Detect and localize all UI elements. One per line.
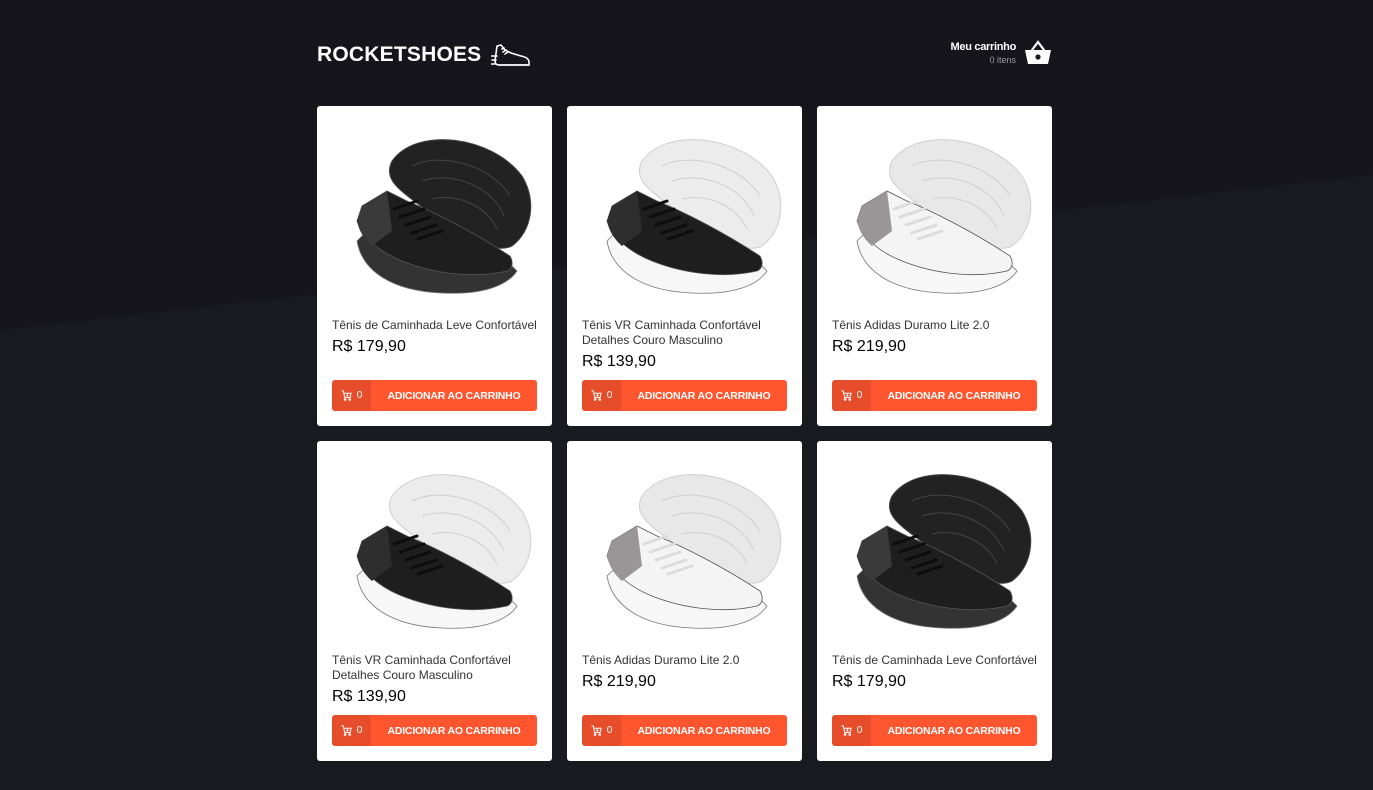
product-image[interactable] xyxy=(832,121,1037,311)
cart-amount: 0 xyxy=(832,715,871,746)
shopping-basket-icon xyxy=(1025,40,1051,64)
logo[interactable]: ROCKETSHOES xyxy=(317,40,531,70)
add-to-cart-button[interactable]: 0 ADICIONAR AO CARRINHO xyxy=(332,380,537,411)
add-to-cart-label: ADICIONAR AO CARRINHO xyxy=(387,389,521,402)
product-card: Tênis VR Caminhada Confortável Detalhes … xyxy=(567,106,802,426)
product-card: Tênis VR Caminhada Confortável Detalhes … xyxy=(317,441,552,761)
logo-text: ROCKETSHOES xyxy=(317,43,482,66)
cart-amount-value: 0 xyxy=(606,390,613,401)
add-cart-icon xyxy=(341,725,352,736)
product-price: R$ 219,90 xyxy=(832,338,906,355)
add-to-cart-label: ADICIONAR AO CARRINHO xyxy=(637,389,771,402)
product-price: R$ 219,90 xyxy=(582,673,656,690)
product-card: Tênis Adidas Duramo Lite 2.0 R$ 219,90 0… xyxy=(817,106,1052,426)
add-to-cart-button[interactable]: 0 ADICIONAR AO CARRINHO xyxy=(832,380,1037,411)
add-to-cart-button[interactable]: 0 ADICIONAR AO CARRINHO xyxy=(582,380,787,411)
add-to-cart-button[interactable]: 0 ADICIONAR AO CARRINHO xyxy=(582,715,787,746)
cart-text: Meu carrinho 0 itens xyxy=(950,41,1017,65)
cart-amount: 0 xyxy=(582,715,621,746)
add-cart-icon xyxy=(841,390,852,401)
cart-amount: 0 xyxy=(582,380,621,411)
cart-amount-value: 0 xyxy=(856,725,863,736)
add-cart-icon xyxy=(591,390,602,401)
product-title: Tênis VR Caminhada Confortável Detalhes … xyxy=(582,318,761,347)
product-price: R$ 179,90 xyxy=(332,338,406,355)
product-price: R$ 139,90 xyxy=(582,353,656,370)
product-card: Tênis Adidas Duramo Lite 2.0 R$ 219,90 0… xyxy=(567,441,802,761)
product-title: Tênis de Caminhada Leve Confortável xyxy=(332,318,537,332)
add-cart-icon xyxy=(841,725,852,736)
cart-count: 0 itens xyxy=(989,55,1016,65)
product-image[interactable] xyxy=(582,456,787,646)
cart-title: Meu carrinho xyxy=(950,41,1017,53)
add-to-cart-label: ADICIONAR AO CARRINHO xyxy=(387,724,521,737)
add-to-cart-button[interactable]: 0 ADICIONAR AO CARRINHO xyxy=(832,715,1037,746)
page-container: ROCKETSHOES Meu carrinho 0 itens Tênis d… xyxy=(317,0,1052,761)
add-to-cart-label: ADICIONAR AO CARRINHO xyxy=(887,724,1021,737)
cart-amount: 0 xyxy=(332,380,371,411)
product-price: R$ 139,90 xyxy=(332,688,406,705)
cart-link[interactable]: Meu carrinho 0 itens xyxy=(951,40,1052,66)
product-grid: Tênis de Caminhada Leve Confortável R$ 1… xyxy=(317,106,1052,761)
header: ROCKETSHOES Meu carrinho 0 itens xyxy=(317,0,1052,106)
product-image[interactable] xyxy=(832,456,1037,646)
product-card: Tênis de Caminhada Leve Confortável R$ 1… xyxy=(817,441,1052,761)
product-title: Tênis Adidas Duramo Lite 2.0 xyxy=(582,653,740,667)
cart-amount-value: 0 xyxy=(356,390,363,401)
cart-amount-value: 0 xyxy=(356,725,363,736)
add-cart-icon xyxy=(591,725,602,736)
product-image[interactable] xyxy=(582,121,787,311)
product-card: Tênis de Caminhada Leve Confortável R$ 1… xyxy=(317,106,552,426)
add-to-cart-button[interactable]: 0 ADICIONAR AO CARRINHO xyxy=(332,715,537,746)
add-cart-icon xyxy=(341,390,352,401)
cart-amount: 0 xyxy=(332,715,371,746)
product-title: Tênis Adidas Duramo Lite 2.0 xyxy=(832,318,990,332)
sneaker-icon xyxy=(491,44,531,66)
product-image[interactable] xyxy=(332,456,537,646)
product-image[interactable] xyxy=(332,121,537,311)
product-title: Tênis VR Caminhada Confortável Detalhes … xyxy=(332,653,511,682)
add-to-cart-label: ADICIONAR AO CARRINHO xyxy=(637,724,771,737)
cart-amount-value: 0 xyxy=(856,390,863,401)
product-price: R$ 179,90 xyxy=(832,673,906,690)
product-title: Tênis de Caminhada Leve Confortável xyxy=(832,653,1037,667)
add-to-cart-label: ADICIONAR AO CARRINHO xyxy=(887,389,1021,402)
cart-amount-value: 0 xyxy=(606,725,613,736)
cart-amount: 0 xyxy=(832,380,871,411)
